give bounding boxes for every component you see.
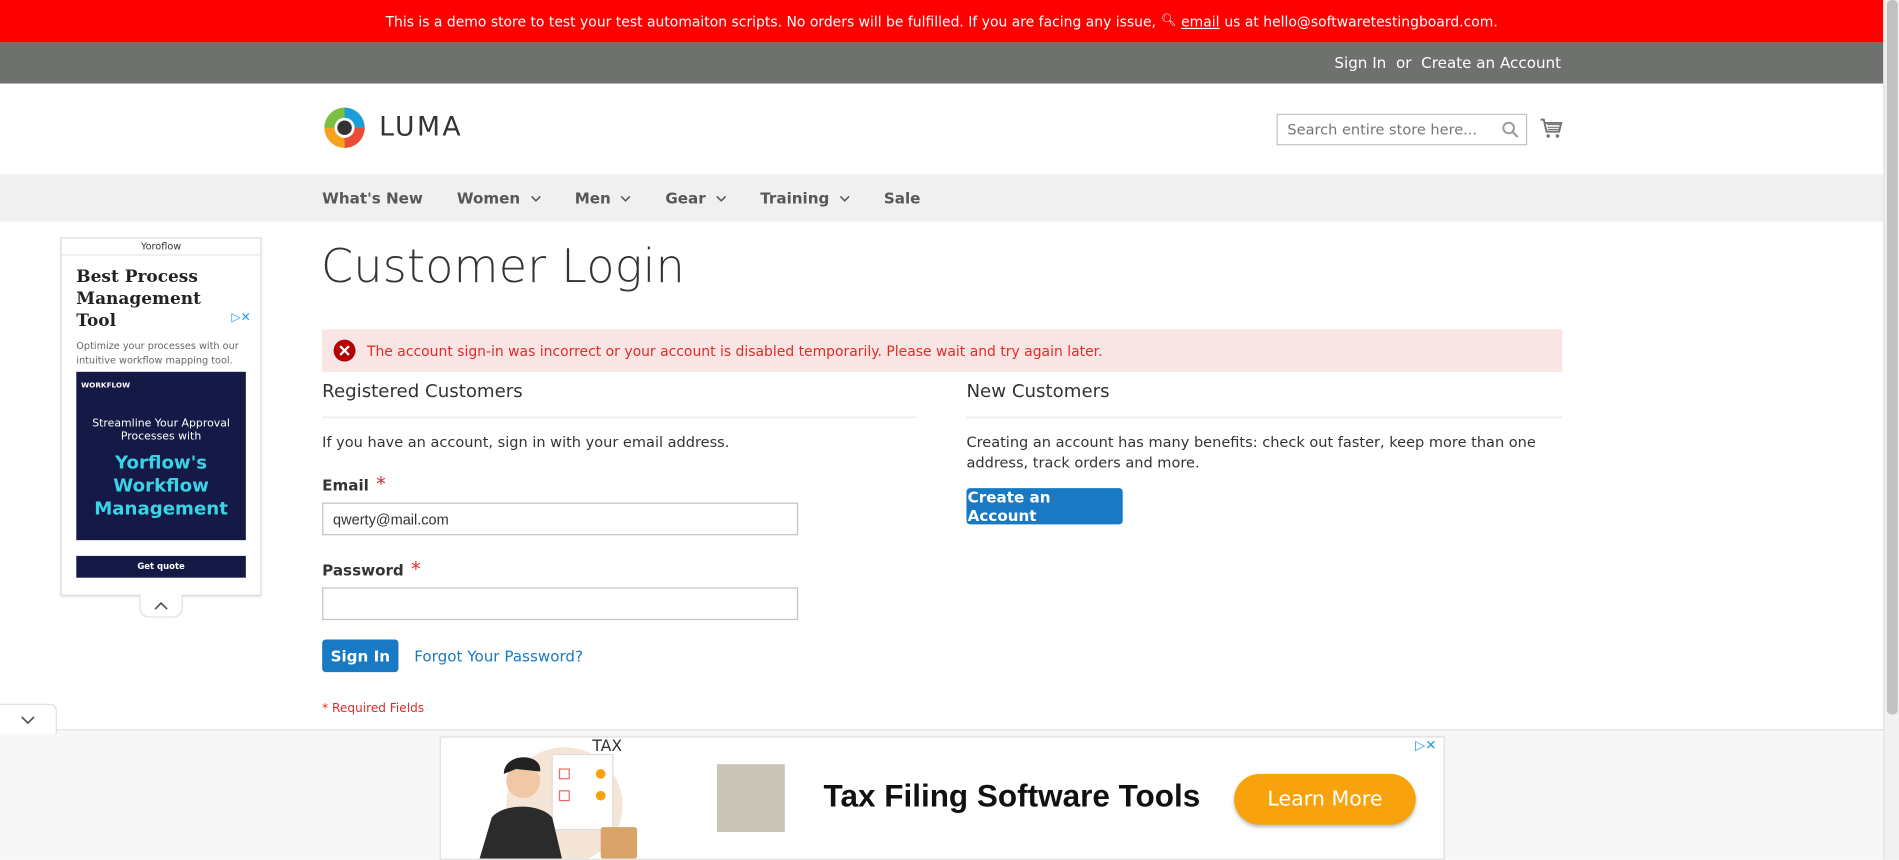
- cart-icon[interactable]: [1539, 117, 1563, 139]
- registered-note: If you have an account, sign in with you…: [322, 433, 730, 451]
- error-icon: [333, 339, 356, 362]
- email-field[interactable]: [322, 502, 799, 536]
- bottom-ad[interactable]: TAX Tax Filing Software Tools Learn More…: [439, 736, 1445, 860]
- new-customers-block: New Customers Creating an account has ma…: [966, 380, 1563, 525]
- top-bar: Sign In or Create an Account: [0, 42, 1884, 84]
- new-customers-title: New Customers: [966, 380, 1563, 418]
- adchoices-icon[interactable]: ▷✕: [231, 311, 250, 324]
- create-account-button[interactable]: Create an Account: [966, 488, 1123, 525]
- required-fields-note: * Required Fields: [322, 702, 425, 716]
- password-label: Password: [322, 560, 404, 579]
- ad-description: Optimize your processes with our intuiti…: [76, 340, 239, 366]
- chevron-down-icon: [530, 195, 541, 202]
- ad-banner-line: Streamline Your Approval Processes with: [92, 417, 230, 444]
- demo-notice-text: This is a demo store to test your test a…: [385, 12, 1156, 30]
- or-text: or: [1395, 53, 1412, 72]
- registered-customers-block: Registered Customers If you have an acco…: [322, 380, 917, 673]
- registered-customers-title: Registered Customers: [322, 380, 917, 418]
- ad-banner-headline: Yorflow's Workflow Management: [94, 451, 228, 520]
- learn-more-button[interactable]: Learn More: [1234, 773, 1416, 825]
- search-icon[interactable]: [1502, 121, 1519, 138]
- demo-notice-suffix: us at hello@softwaretestingboard.com.: [1224, 12, 1498, 30]
- ad-thumbnail-image: [716, 764, 785, 833]
- ad-cta-button[interactable]: Get quote: [76, 555, 246, 578]
- sign-in-link[interactable]: Sign In: [1334, 53, 1386, 71]
- nav-label: Training: [760, 188, 830, 208]
- nav-item-gear[interactable]: Gear: [665, 189, 726, 207]
- chevron-down-icon: [839, 195, 850, 202]
- search-placeholder: Search entire store here...: [1287, 121, 1478, 139]
- required-mark: *: [411, 557, 421, 581]
- email-link[interactable]: email: [1181, 13, 1219, 30]
- adchoices-icon[interactable]: ▷✕: [1415, 738, 1436, 754]
- ad-illustration-image: [479, 747, 638, 859]
- logo[interactable]: LUMA: [322, 105, 463, 150]
- password-field[interactable]: [322, 587, 799, 621]
- search-small-icon: 🔍︎: [1160, 14, 1177, 28]
- chevron-down-icon: [715, 195, 726, 202]
- nav-label: Women: [456, 188, 521, 208]
- ad-tax-label: TAX: [592, 737, 623, 756]
- email-label: Email: [322, 475, 369, 495]
- nav-label: Men: [574, 188, 611, 208]
- logo-text: LUMA: [379, 112, 463, 143]
- main-nav: What's New Women Men Gear Training Sale: [0, 174, 1884, 222]
- forgot-password-link[interactable]: Forgot Your Password?: [414, 647, 583, 665]
- demo-notice-bar: This is a demo store to test your test a…: [0, 0, 1884, 43]
- create-account-link[interactable]: Create an Account: [1421, 53, 1561, 71]
- chevron-down-icon: [621, 195, 631, 202]
- new-customers-note: Creating an account has many benefits: c…: [966, 433, 1536, 472]
- scrollbar-thumb[interactable]: [1886, 0, 1898, 715]
- nav-label: Gear: [665, 188, 706, 208]
- ad-banner-image[interactable]: WORKFLOW Streamline Your Approval Proces…: [76, 371, 246, 541]
- search-input[interactable]: Search entire store here...: [1276, 113, 1528, 146]
- header-links: Sign In or Create an Account: [1334, 53, 1561, 71]
- sign-in-button[interactable]: Sign In: [322, 639, 399, 673]
- nav-item-men[interactable]: Men: [575, 189, 632, 207]
- ad-banner-brand: WORKFLOW: [81, 381, 131, 390]
- scrollbar[interactable]: [1883, 0, 1899, 860]
- error-message: The account sign-in was incorrect or you…: [322, 329, 1563, 372]
- nav-item-women[interactable]: Women: [457, 189, 541, 207]
- luma-logo-icon: [324, 107, 365, 148]
- page-title: Customer Login: [320, 239, 686, 294]
- header: LUMA Search entire store here...: [0, 83, 1884, 175]
- ad-collapse-button[interactable]: [139, 594, 183, 618]
- nav-item-whats-new[interactable]: What's New: [322, 189, 423, 207]
- sidebar-ad[interactable]: Yoroflow Best Process Management Tool Op…: [60, 237, 262, 596]
- chevron-up-icon: [154, 601, 168, 610]
- nav-label: Sale: [883, 188, 921, 208]
- nav-item-sale[interactable]: Sale: [884, 189, 921, 207]
- bottom-ad-toggle[interactable]: [0, 703, 57, 734]
- ad-sponsor: Yoroflow: [61, 239, 261, 256]
- chevron-down-icon: [21, 715, 35, 724]
- ad-headline: Tax Filing Software Tools: [823, 777, 1201, 814]
- page: This is a demo store to test your test a…: [0, 0, 1899, 860]
- required-mark: *: [376, 472, 386, 496]
- nav-item-training[interactable]: Training: [760, 189, 850, 207]
- nav-label: What's New: [322, 188, 423, 208]
- error-text: The account sign-in was incorrect or you…: [366, 342, 1103, 360]
